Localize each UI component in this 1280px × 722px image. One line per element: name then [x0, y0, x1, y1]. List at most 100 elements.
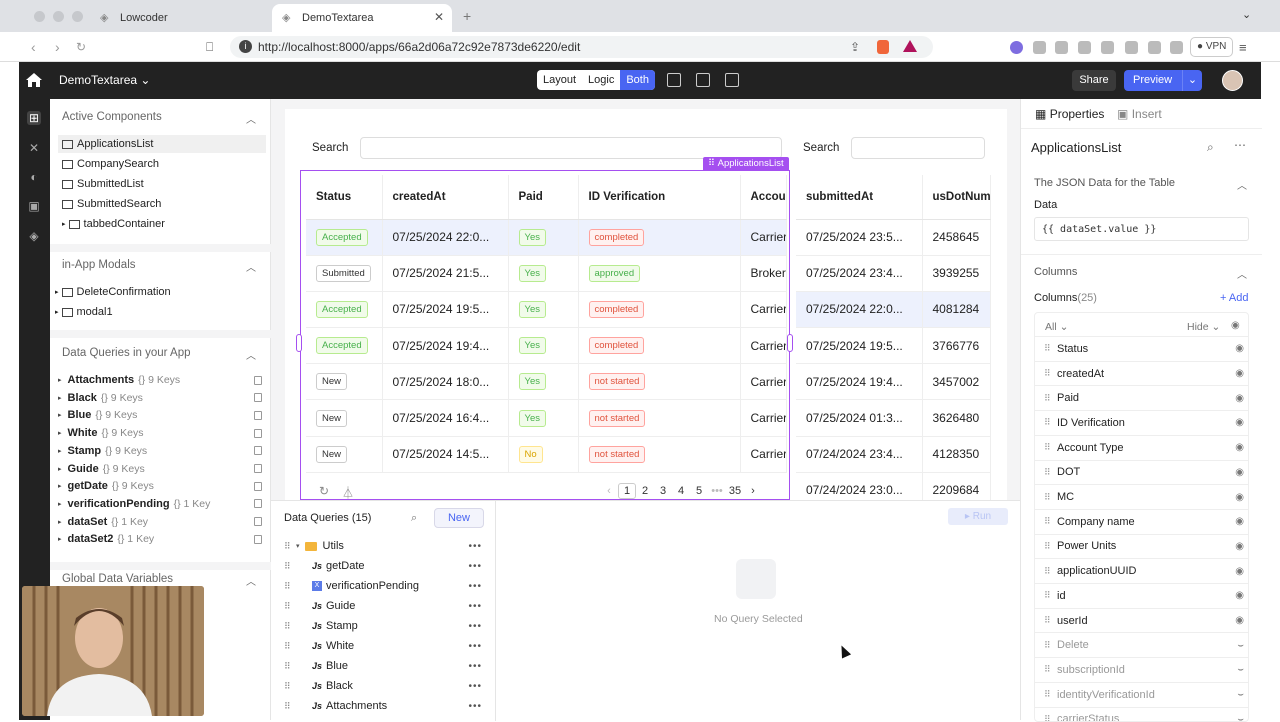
run-button[interactable]: ▸ Run	[948, 508, 1008, 525]
back-icon[interactable]: ‹	[31, 39, 36, 55]
more-icon[interactable]: •••	[468, 621, 482, 632]
more-icon[interactable]: •••	[468, 681, 482, 692]
drag-handle-icon[interactable]: ⠿	[1044, 664, 1051, 675]
query-item[interactable]: ⠿JsBlack•••	[284, 677, 484, 695]
table-row[interactable]: 07/25/2024 19:5...3766776	[796, 328, 990, 364]
submitted-search-input[interactable]	[851, 137, 985, 159]
layers-icon[interactable]: ◈	[27, 229, 41, 243]
eye-icon[interactable]: ◉	[1235, 492, 1244, 503]
eye-icon[interactable]: ◉	[1235, 516, 1244, 527]
collapse-icon[interactable]: ︿	[246, 111, 256, 126]
copy-icon[interactable]	[254, 517, 262, 526]
drag-handle-icon[interactable]: ⠿	[284, 561, 296, 572]
query-item[interactable]: ⠿JsWhite•••	[284, 637, 484, 655]
eye-icon[interactable]: ◉	[1235, 442, 1244, 453]
home-icon[interactable]	[25, 71, 43, 89]
component-item[interactable]: CompanySearch	[62, 155, 159, 173]
query-item[interactable]: ▸dataSet2{} 1 Key	[58, 531, 268, 547]
query-item[interactable]: ▸Stamp{} 9 Keys	[58, 443, 268, 459]
more-icon[interactable]: •••	[468, 701, 482, 712]
data-field[interactable]: {{ dataSet.value }}	[1034, 217, 1249, 241]
drag-handle-icon[interactable]: ⠿	[284, 581, 296, 592]
modal-item[interactable]: ▸modal1	[55, 303, 113, 321]
wallet-icon[interactable]	[1148, 41, 1161, 54]
tab-properties[interactable]: ▦ Properties	[1035, 107, 1104, 121]
eye-icon[interactable]: ◉	[1235, 467, 1244, 478]
mode-both-button[interactable]: Both	[620, 70, 655, 90]
more-icon[interactable]: •••	[468, 661, 482, 672]
component-tree-icon[interactable]: ⊞	[27, 111, 41, 125]
query-item[interactable]: ▸Blue{} 9 Keys	[58, 407, 268, 423]
more-icon[interactable]: •••	[468, 561, 482, 572]
search-icon[interactable]: ⌕	[1207, 140, 1214, 155]
new-query-button[interactable]: New	[434, 508, 484, 528]
caret-right-icon[interactable]: ▸	[58, 482, 62, 490]
brave-shield-icon[interactable]	[877, 40, 889, 54]
table-row[interactable]: 07/25/2024 19:4...3457002	[796, 364, 990, 400]
active-components-header[interactable]: Active Components	[62, 111, 162, 123]
more-icon[interactable]: •••	[468, 541, 482, 552]
caret-right-icon[interactable]: ▸	[58, 465, 62, 473]
column-item[interactable]: ⠿Account Type◉	[1035, 435, 1249, 460]
caret-right-icon[interactable]: ▸	[62, 220, 66, 228]
drag-handle-icon[interactable]: ⠿	[1044, 714, 1051, 722]
drag-handle-icon[interactable]: ⠿	[1044, 343, 1051, 354]
site-info-icon[interactable]: i	[239, 40, 252, 53]
page-button[interactable]: 3	[654, 485, 672, 497]
left-panel-toggle-icon[interactable]	[667, 73, 681, 87]
search-icon[interactable]: ⌕	[411, 512, 417, 525]
column-item[interactable]: ⠿Company name◉	[1035, 509, 1249, 534]
refresh-icon[interactable]: ↻	[319, 484, 329, 498]
caret-right-icon[interactable]: ▸	[58, 394, 62, 402]
drag-handle-icon[interactable]: ⠿	[1044, 566, 1051, 577]
drag-handle-icon[interactable]: ⠿	[1044, 492, 1051, 503]
company-search-input[interactable]	[360, 137, 782, 159]
drag-handle-icon[interactable]: ⠿	[1044, 442, 1051, 453]
tools-icon[interactable]: ✕	[27, 141, 41, 155]
page-button[interactable]: •••	[708, 485, 726, 497]
drag-handle-icon[interactable]: ⠿	[284, 701, 296, 712]
query-item[interactable]: ▸Black{} 9 Keys	[58, 390, 268, 406]
eye-closed-icon[interactable]: ⌣	[1237, 714, 1244, 722]
share-button[interactable]: Share	[1072, 70, 1116, 91]
table-row[interactable]: 07/25/2024 23:4...3939255	[796, 255, 990, 291]
eye-icon[interactable]: ◉	[1235, 368, 1244, 379]
query-folder[interactable]: ⠿ ▾ Utils •••	[284, 537, 484, 555]
page-button[interactable]: 2	[636, 485, 654, 497]
extension-icon[interactable]	[1055, 41, 1068, 54]
queries-header[interactable]: Data Queries in your App	[62, 347, 191, 359]
more-icon[interactable]: •••	[468, 641, 482, 652]
component-item[interactable]: ▸tabbedContainer	[62, 215, 165, 233]
puzzle-icon[interactable]	[1101, 41, 1114, 54]
drag-handle-icon[interactable]: ⠿	[284, 541, 296, 552]
copy-icon[interactable]	[254, 446, 262, 455]
mode-logic-button[interactable]: Logic	[582, 70, 620, 90]
add-column-button[interactable]: + Add	[1220, 292, 1248, 304]
filter-hide-dropdown[interactable]: Hide ⌄	[1187, 321, 1220, 333]
copy-icon[interactable]	[254, 429, 262, 438]
eye-closed-icon[interactable]: ⌣	[1237, 664, 1244, 675]
caret-right-icon[interactable]: ▸	[55, 308, 59, 316]
brave-rewards-icon[interactable]	[903, 40, 917, 52]
column-item[interactable]: ⠿Power Units◉	[1035, 534, 1249, 559]
component-name[interactable]: ApplicationsList	[1031, 140, 1121, 155]
resize-handle[interactable]	[787, 334, 793, 352]
drag-handle-icon[interactable]: ⠿	[1044, 467, 1051, 478]
drag-handle-icon[interactable]: ⠿	[1044, 689, 1051, 700]
column-item[interactable]: ⠿MC◉	[1035, 484, 1249, 509]
caret-right-icon[interactable]: ▸	[58, 518, 62, 526]
column-item[interactable]: ⠿identityVerificationId⌣	[1035, 682, 1249, 707]
query-item[interactable]: ▸getDate{} 9 Keys	[58, 478, 268, 494]
modals-header[interactable]: in-App Modals	[62, 259, 136, 271]
new-tab-icon[interactable]: +	[463, 8, 471, 24]
column-item[interactable]: ⠿ID Verification◉	[1035, 410, 1249, 435]
window-controls[interactable]	[34, 11, 83, 22]
more-icon[interactable]: •••	[468, 581, 482, 592]
caret-right-icon[interactable]: ▸	[58, 535, 62, 543]
drag-handle-icon[interactable]: ⠿	[1044, 368, 1051, 379]
eye-icon[interactable]: ◉	[1235, 541, 1244, 552]
vpn-button[interactable]: ● VPN	[1190, 37, 1233, 57]
query-item[interactable]: ▸White{} 9 Keys	[58, 425, 268, 441]
drag-handle-icon[interactable]: ⠿	[284, 601, 296, 612]
drag-handle-icon[interactable]: ⠿	[284, 641, 296, 652]
